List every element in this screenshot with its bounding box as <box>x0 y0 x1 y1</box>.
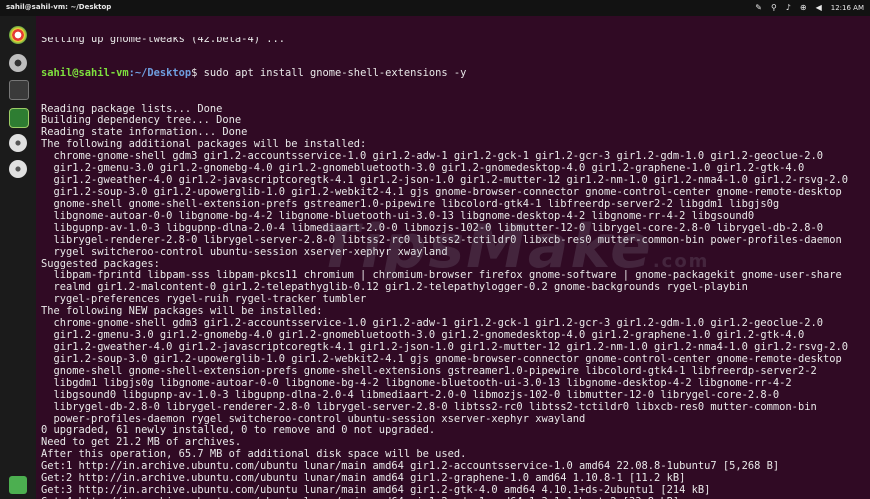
top-bar: sahil@sahil-vm: ~/Desktop ✎ ⚲ ♪ ⊕ ◀ 12:1… <box>0 0 870 16</box>
system-tray[interactable]: ✎ ⚲ ♪ ⊕ ◀ 12:16 AM <box>755 2 864 14</box>
terminal-line: libgnome-autoar-0-0 libgnome-bg-4-2 libg… <box>41 209 755 222</box>
terminal-line: librygel-db-2.8-0 librygel-renderer-2.8-… <box>41 400 817 413</box>
dock-disc2-icon[interactable] <box>9 160 27 178</box>
prompt-path: :~/Desktop <box>128 66 192 79</box>
terminal-output[interactable]: Setting up gnome-tweaks (42.beta-4) ... … <box>41 16 848 499</box>
terminal-line: librygel-renderer-2.8-0 librygel-server-… <box>41 233 842 246</box>
pen-icon[interactable]: ✎ <box>755 2 762 14</box>
terminal-line: libgdm1 libgjs0g libgnome-autoar-0-0 lib… <box>41 376 792 389</box>
clock[interactable]: 12:16 AM <box>831 2 864 14</box>
terminal-line: libgsound0 libgupnp-av-1.0-3 libgupnp-dl… <box>41 388 780 401</box>
terminal-line: Setting up gnome-tweaks (42.beta-4) ... <box>41 36 285 44</box>
prompt-user: sahil@sahil-vm <box>41 66 129 79</box>
network-icon[interactable]: ⊕ <box>800 2 807 14</box>
terminal-line: rygel switcheroo-control ubuntu-session … <box>41 245 448 258</box>
dock-settings-icon[interactable] <box>9 54 27 72</box>
terminal-output-lines: Reading package lists... Done Building de… <box>41 103 848 499</box>
dock-trash-icon[interactable] <box>9 476 27 494</box>
dock-software-icon[interactable] <box>9 108 29 128</box>
dock-chrome-icon[interactable] <box>9 26 27 44</box>
lock-icon[interactable]: ⚲ <box>771 2 777 14</box>
prompt-line: sahil@sahil-vm:~/Desktop$ sudo apt insta… <box>41 66 848 80</box>
window-title: sahil@sahil-vm: ~/Desktop <box>6 3 112 11</box>
dock-disc-icon[interactable] <box>9 134 27 152</box>
dock <box>0 16 36 499</box>
terminal-window[interactable]: Setting up gnome-tweaks (42.beta-4) ... … <box>36 16 870 499</box>
prompt-symbol: $ <box>191 66 204 79</box>
volume-icon[interactable]: ◀ <box>816 2 822 14</box>
terminal-line: libgupnp-av-1.0-3 libgupnp-dlna-2.0-4 li… <box>41 221 823 234</box>
mic-icon[interactable]: ♪ <box>786 2 791 14</box>
dock-terminal-icon[interactable] <box>9 80 29 100</box>
terminal-line: gnome-shell gnome-shell-extension-prefs … <box>41 364 817 377</box>
prompt-command: sudo apt install gnome-shell-extensions … <box>203 66 467 79</box>
